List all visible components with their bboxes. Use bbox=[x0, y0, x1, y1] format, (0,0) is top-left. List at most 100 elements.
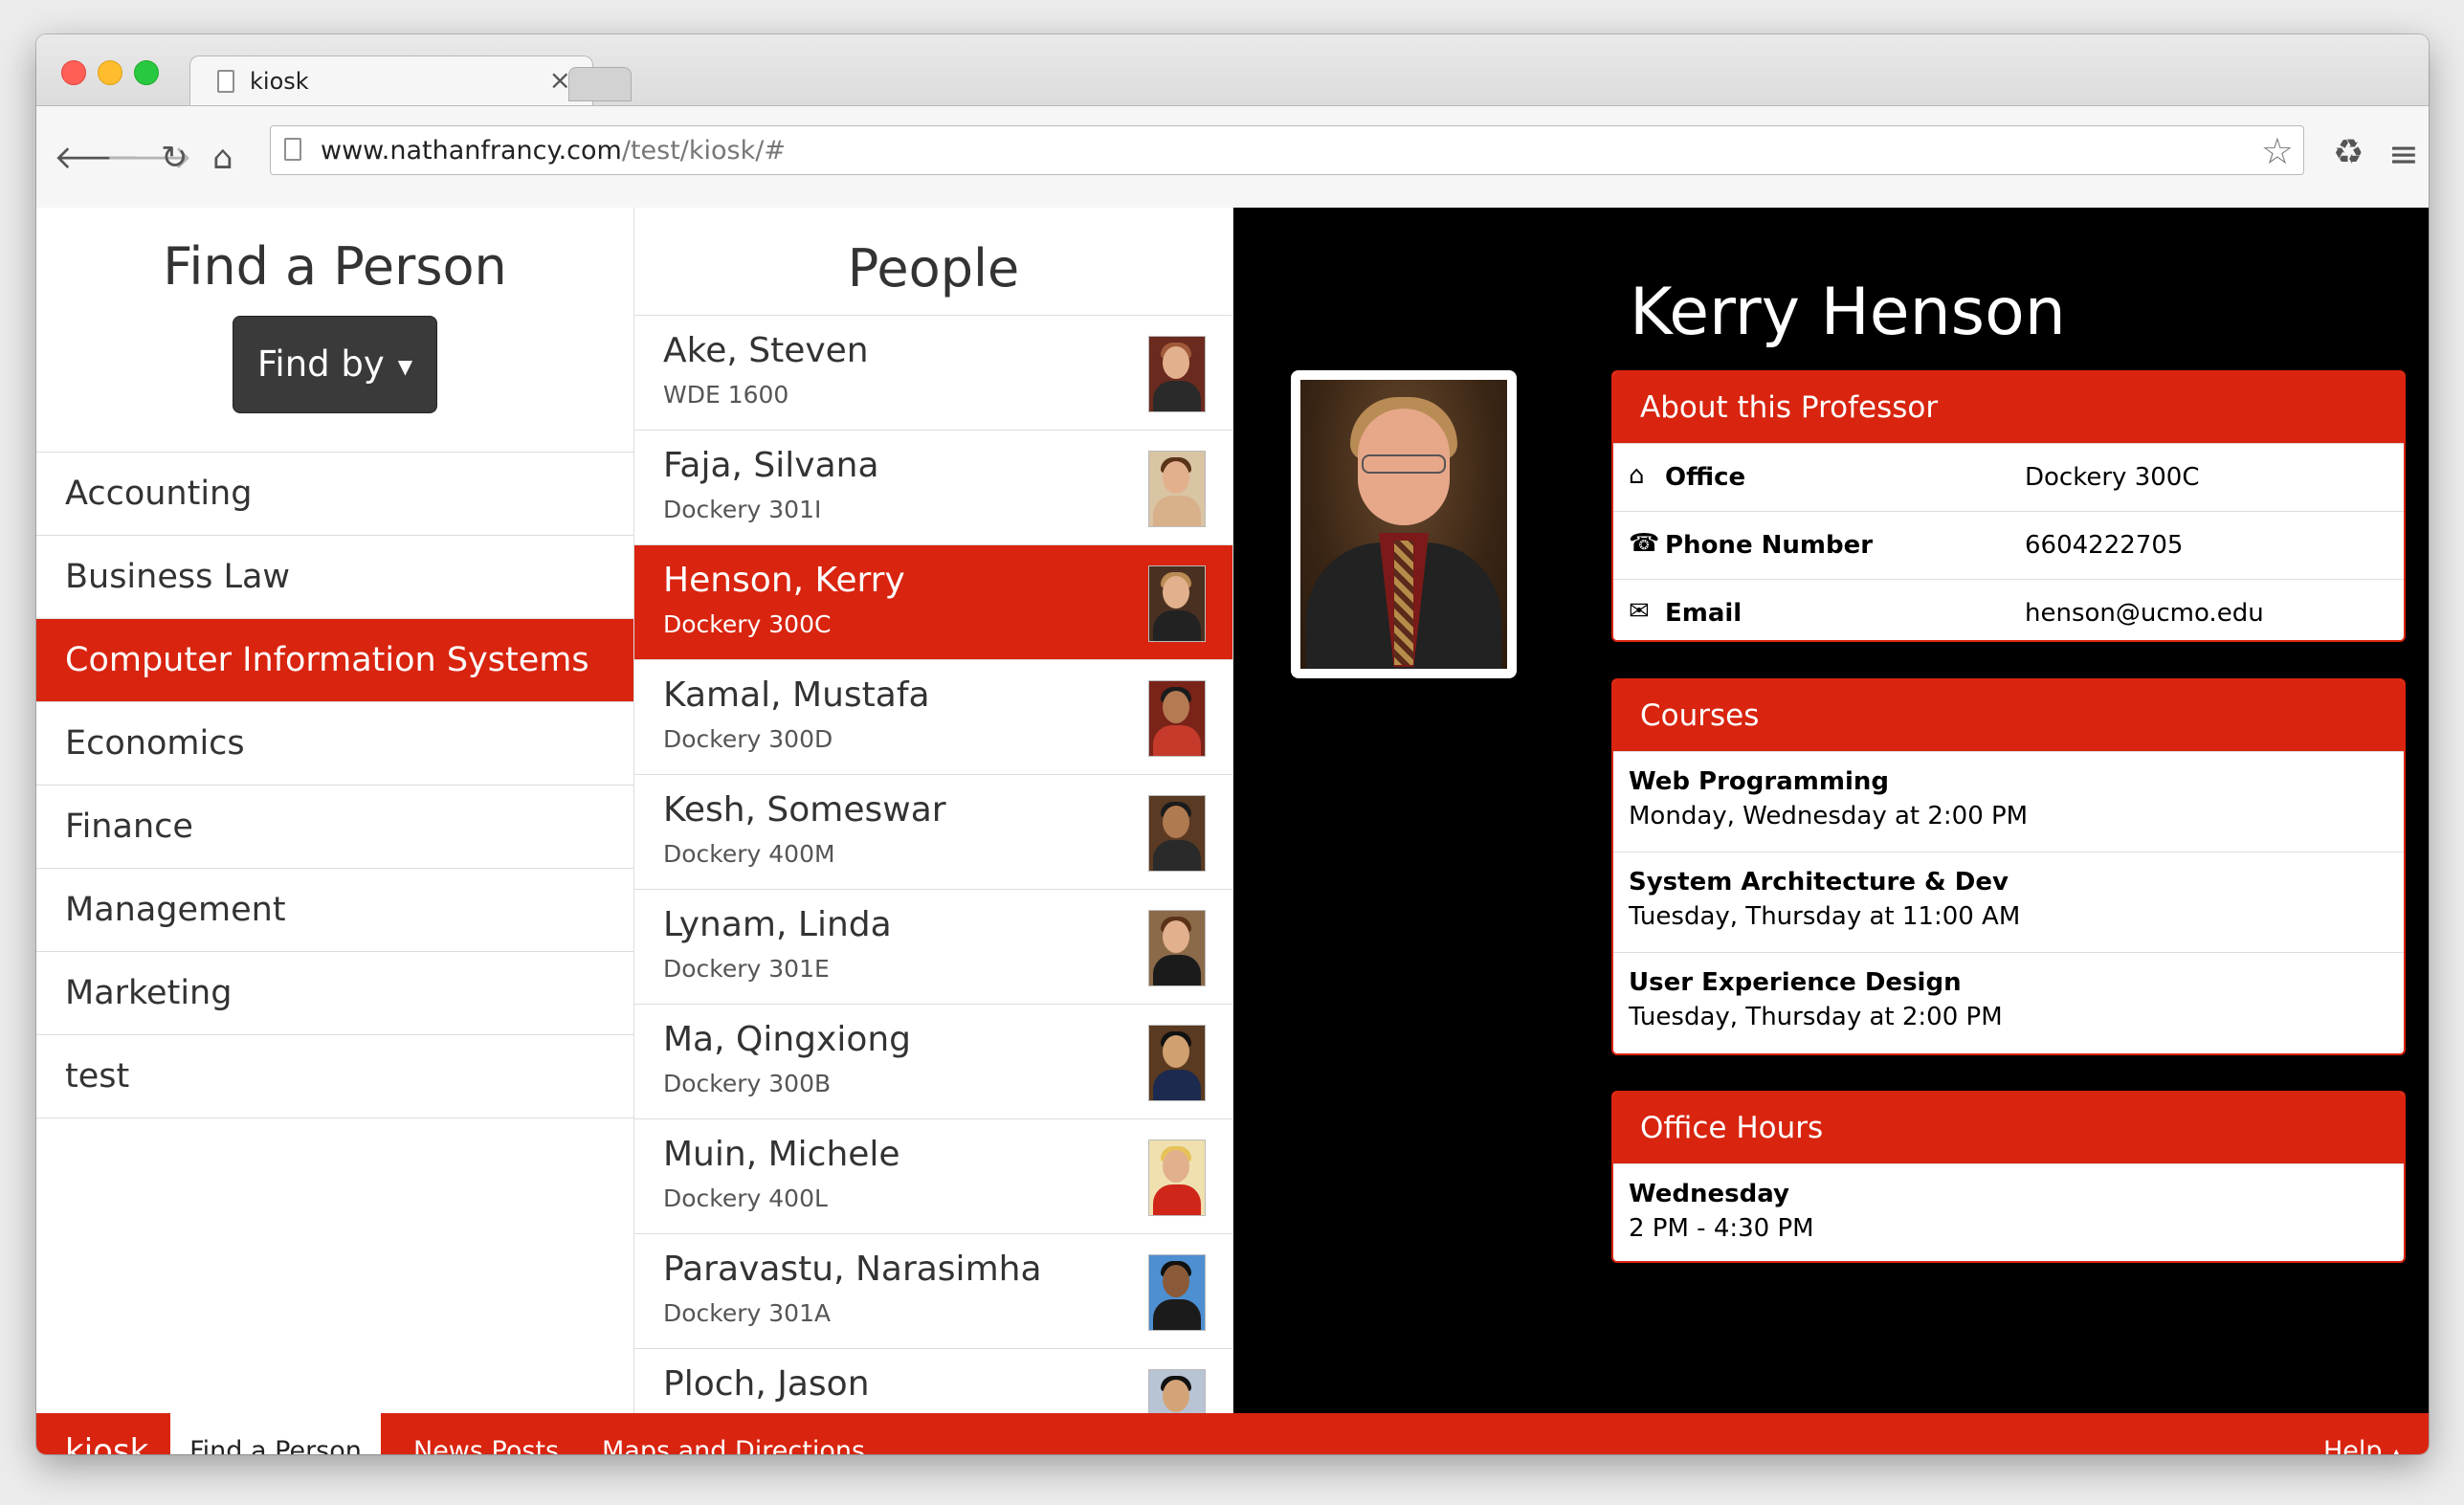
about-panel-title: About this Professor bbox=[1613, 372, 2404, 443]
course-schedule: Monday, Wednesday at 2:00 PM bbox=[1629, 802, 2029, 830]
envelope-icon: ✉ bbox=[1629, 597, 1650, 626]
people-list[interactable]: Ake, Steven WDE 1600 Faja, Silvana Docke… bbox=[634, 315, 1232, 1413]
person-avatar bbox=[1148, 336, 1206, 412]
department-item[interactable]: test bbox=[36, 1035, 633, 1118]
person-item[interactable]: Ake, Steven WDE 1600 bbox=[634, 316, 1232, 431]
person-avatar bbox=[1148, 1025, 1206, 1101]
person-item[interactable]: Faja, Silvana Dockery 301I bbox=[634, 431, 1232, 545]
course-schedule: Tuesday, Thursday at 2:00 PM bbox=[1629, 1003, 2003, 1031]
person-name: Ma, Qingxiong bbox=[663, 1020, 912, 1059]
reload-icon[interactable]: ↻ bbox=[161, 139, 189, 177]
person-item[interactable]: Muin, Michele Dockery 400L bbox=[634, 1119, 1232, 1234]
courses-panel: Courses Web Programming Monday, Wednesda… bbox=[1611, 678, 2406, 1055]
person-name: Ake, Steven bbox=[663, 331, 869, 370]
person-avatar bbox=[1148, 451, 1206, 527]
department-item[interactable]: Economics bbox=[36, 702, 633, 786]
department-item-active[interactable]: Computer Information Systems bbox=[36, 619, 633, 702]
person-office: WDE 1600 bbox=[663, 381, 789, 409]
phone-value: 6604222705 bbox=[2025, 531, 2184, 560]
find-by-label: Find by bbox=[256, 343, 385, 385]
new-tab-button[interactable] bbox=[568, 67, 632, 101]
office-hours-title: Office Hours bbox=[1613, 1093, 2404, 1163]
person-item-active[interactable]: Henson, Kerry Dockery 300C bbox=[634, 545, 1232, 660]
caret-down-icon: ▼ bbox=[397, 354, 413, 378]
person-item[interactable]: Ploch, Jason bbox=[634, 1349, 1232, 1413]
zoom-window-button[interactable] bbox=[134, 60, 159, 85]
professor-photo bbox=[1291, 370, 1517, 678]
person-name: Kamal, Mustafa bbox=[663, 675, 930, 715]
office-hours-panel: Office Hours Wednesday 2 PM - 4:30 PM bbox=[1611, 1091, 2406, 1263]
person-name: Kesh, Someswar bbox=[663, 790, 946, 830]
browser-toolbar: 🡐 🡒 ↻ ⌂ www.nathanfrancy.com/test/kiosk/… bbox=[36, 105, 2429, 209]
person-avatar bbox=[1148, 910, 1206, 986]
address-bar[interactable]: www.nathanfrancy.com/test/kiosk/# ☆ bbox=[270, 125, 2304, 175]
url-text[interactable]: www.nathanfrancy.com/test/kiosk/# bbox=[321, 136, 786, 166]
close-window-button[interactable] bbox=[61, 60, 86, 85]
help-label: Help bbox=[2323, 1436, 2383, 1454]
home-icon[interactable]: ⌂ bbox=[212, 139, 233, 177]
person-name: Lynam, Linda bbox=[663, 905, 892, 944]
person-avatar bbox=[1148, 795, 1206, 872]
person-avatar bbox=[1148, 1369, 1206, 1413]
person-name: Ploch, Jason bbox=[663, 1364, 870, 1404]
person-name: Muin, Michele bbox=[663, 1135, 900, 1174]
page-icon bbox=[217, 70, 234, 93]
department-item[interactable]: Business Law bbox=[36, 536, 633, 619]
people-column: People Ake, Steven WDE 1600 Faja, Silvan… bbox=[634, 208, 1233, 1413]
find-by-dropdown[interactable]: Find by ▼ bbox=[233, 316, 437, 413]
tab-strip: kiosk × bbox=[36, 34, 2429, 106]
menu-icon[interactable]: ≡ bbox=[2388, 133, 2419, 175]
browser-tab[interactable]: kiosk × bbox=[189, 55, 593, 106]
department-item[interactable]: Finance bbox=[36, 786, 633, 869]
person-office: Dockery 301A bbox=[663, 1299, 832, 1327]
person-office: Dockery 300D bbox=[663, 725, 833, 753]
phone-row: ☎ Phone Number 6604222705 bbox=[1613, 511, 2404, 579]
kiosk-page: Find a Person Find by ▼ Accounting Busine… bbox=[36, 208, 2429, 1454]
person-office: Dockery 400L bbox=[663, 1184, 828, 1212]
nav-maps-directions[interactable]: Maps and Directions bbox=[602, 1413, 865, 1454]
person-item[interactable]: Kamal, Mustafa Dockery 300D bbox=[634, 660, 1232, 775]
department-item[interactable]: Accounting bbox=[36, 453, 633, 536]
person-avatar bbox=[1148, 680, 1206, 757]
bookmark-star-icon[interactable]: ☆ bbox=[2261, 130, 2294, 172]
minimize-window-button[interactable] bbox=[98, 60, 122, 85]
department-item[interactable]: Management bbox=[36, 869, 633, 952]
email-label: Email bbox=[1665, 599, 1743, 628]
nav-find-person[interactable]: Find a Person bbox=[170, 1413, 381, 1454]
person-avatar bbox=[1148, 1254, 1206, 1331]
person-avatar bbox=[1148, 1140, 1206, 1216]
find-person-column: Find a Person Find by ▼ Accounting Busine… bbox=[36, 208, 634, 1413]
caret-up-icon: ▲ bbox=[2390, 1445, 2403, 1454]
nav-news-posts[interactable]: News Posts bbox=[413, 1413, 559, 1454]
person-item[interactable]: Ma, Qingxiong Dockery 300B bbox=[634, 1005, 1232, 1119]
person-office: Dockery 300B bbox=[663, 1070, 832, 1097]
course-item: Web Programming Monday, Wednesday at 2:0… bbox=[1613, 751, 2404, 852]
person-item[interactable]: Kesh, Someswar Dockery 400M bbox=[634, 775, 1232, 890]
office-label: Office bbox=[1665, 463, 1746, 492]
bottom-navbar: kiosk Find a Person News Posts Maps and … bbox=[36, 1413, 2429, 1454]
brand-link[interactable]: kiosk bbox=[65, 1413, 148, 1454]
person-item[interactable]: Paravastu, Narasimha Dockery 301A bbox=[634, 1234, 1232, 1349]
nav-help-dropup[interactable]: Help ▲ bbox=[2323, 1413, 2402, 1454]
email-value[interactable]: henson@ucmo.edu bbox=[2025, 599, 2264, 628]
browser-window: kiosk × 🡐 🡒 ↻ ⌂ www.nathanfrancy.com/tes… bbox=[36, 34, 2429, 1454]
courses-panel-title: Courses bbox=[1613, 680, 2404, 751]
page-icon bbox=[284, 138, 301, 161]
course-name: User Experience Design bbox=[1629, 968, 1962, 997]
person-office: Dockery 301I bbox=[663, 496, 822, 523]
home-icon: ⌂ bbox=[1629, 461, 1645, 490]
person-office: Dockery 400M bbox=[663, 840, 835, 868]
department-item[interactable]: Marketing bbox=[36, 952, 633, 1035]
office-hours-time: 2 PM - 4:30 PM bbox=[1629, 1214, 1814, 1243]
extension-recycle-icon[interactable]: ♻ bbox=[2333, 133, 2364, 172]
person-avatar bbox=[1148, 565, 1206, 642]
tab-title: kiosk bbox=[250, 68, 309, 95]
person-item[interactable]: Lynam, Linda Dockery 301E bbox=[634, 890, 1232, 1005]
find-person-title: Find a Person bbox=[163, 236, 507, 297]
course-item: User Experience Design Tuesday, Thursday… bbox=[1613, 952, 2404, 1052]
phone-icon: ☎ bbox=[1629, 529, 1660, 558]
office-row: ⌂ Office Dockery 300C bbox=[1613, 443, 2404, 511]
about-panel: About this Professor ⌂ Office Dockery 30… bbox=[1611, 370, 2406, 642]
person-detail-panel: Kerry Henson About this Professor ⌂ Offi… bbox=[1233, 208, 2429, 1413]
url-host: www.nathanfrancy.com bbox=[321, 136, 622, 166]
